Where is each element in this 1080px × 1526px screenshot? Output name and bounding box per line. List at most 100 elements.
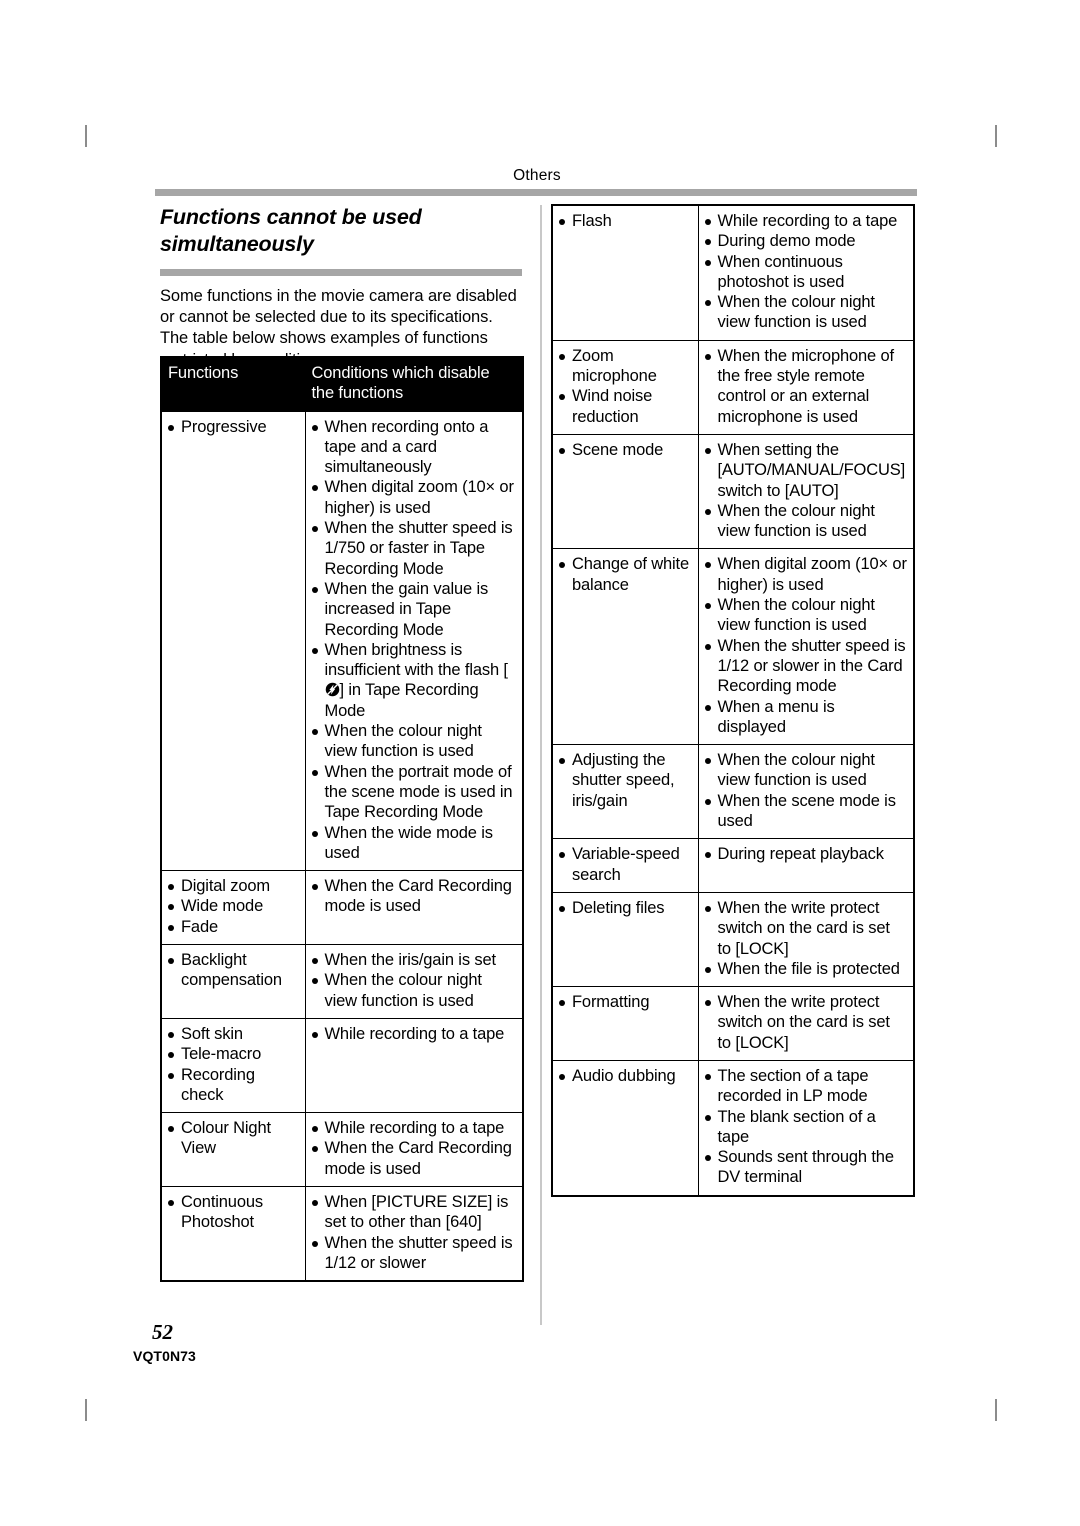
- table-row: Zoom microphone Wind noise reduction When …: [551, 339, 915, 435]
- flash-off-icon: [325, 682, 340, 697]
- cell-functions: Continuous Photoshot: [160, 1185, 306, 1282]
- table-row: Deleting files When the write protect swi…: [551, 891, 915, 988]
- cell-functions: Adjusting the shutter speed, iris/gain: [551, 744, 699, 840]
- list-item: Formatting: [559, 992, 692, 1012]
- table-header-row: Functions Conditions which disable the f…: [160, 356, 524, 412]
- conditions-list: When setting the [AUTO/MANUAL/FOCUS] swi…: [704, 440, 908, 541]
- conditions-list: When recording onto a tape and a card si…: [311, 417, 517, 864]
- list-item: When the shutter speed is 1/12 or slower: [311, 1233, 517, 1274]
- list-item: Adjusting the shutter speed, iris/gain: [559, 750, 692, 811]
- column-header-functions: Functions: [160, 356, 306, 412]
- running-head: Others: [513, 167, 561, 184]
- list-item: Flash: [559, 211, 692, 231]
- list-item: When digital zoom (10× or higher) is use…: [704, 554, 908, 595]
- list-item: When the wide mode is used: [311, 823, 517, 864]
- list-item: During repeat playback: [704, 844, 908, 864]
- list-item: When [PICTURE SIZE] is set to other than…: [311, 1192, 517, 1233]
- conditions-list: While recording to a tape: [311, 1024, 517, 1044]
- list-item: When the shutter speed is 1/750 or faste…: [311, 518, 517, 579]
- cell-conditions: When the write protect switch on the car…: [697, 986, 915, 1061]
- cell-conditions: When setting the [AUTO/MANUAL/FOCUS] swi…: [697, 433, 915, 550]
- list-item: Zoom microphone: [559, 346, 692, 387]
- cell-functions: Formatting: [551, 986, 699, 1061]
- cell-functions: Deleting files: [551, 891, 699, 988]
- table-row: Audio dubbing The section of a tape recor…: [551, 1059, 915, 1197]
- functions-list: Digital zoom Wide mode Fade: [168, 876, 299, 937]
- functions-list: Zoom microphone Wind noise reduction: [559, 346, 692, 427]
- cell-conditions: When the colour night view function is u…: [697, 744, 915, 840]
- conditions-list: While recording to a tape During demo mod…: [704, 211, 908, 333]
- functions-list: Progressive: [168, 417, 299, 437]
- cell-functions: Change of white balance: [551, 548, 699, 746]
- list-item: When the colour night view function is u…: [704, 595, 908, 636]
- functions-list: Change of white balance: [559, 554, 692, 595]
- document-code: VQT0N73: [133, 1348, 196, 1364]
- cell-conditions: When the write protect switch on the car…: [697, 891, 915, 988]
- cell-conditions: When the Card Recording mode is used: [304, 870, 524, 946]
- cell-functions: Digital zoom Wide mode Fade: [160, 870, 306, 946]
- list-item: When the Card Recording mode is used: [311, 876, 517, 917]
- list-item: Scene mode: [559, 440, 692, 460]
- table-row: Flash While recording to a tape During dem…: [551, 204, 915, 341]
- functions-table-right: Flash While recording to a tape During dem…: [551, 204, 915, 1197]
- list-item: Sounds sent through the DV terminal: [704, 1147, 908, 1188]
- functions-list: Adjusting the shutter speed, iris/gain: [559, 750, 692, 811]
- cell-conditions: While recording to a tape When the Card R…: [304, 1112, 524, 1187]
- crop-mark-top-right: [995, 125, 997, 147]
- table-body-right: Flash While recording to a tape During dem…: [551, 204, 915, 1197]
- functions-table-left: Functions Conditions which disable the f…: [160, 356, 524, 1283]
- list-item: Continuous Photoshot: [168, 1192, 299, 1233]
- cell-functions: Zoom microphone Wind noise reduction: [551, 339, 699, 435]
- cell-conditions: During repeat playback: [697, 838, 915, 893]
- list-item: Variable-speed search: [559, 844, 692, 885]
- table-row: Adjusting the shutter speed, iris/gain Wh…: [551, 744, 915, 840]
- cell-functions: Scene mode: [551, 433, 699, 550]
- list-item: When digital zoom (10× or higher) is use…: [311, 477, 517, 518]
- crop-mark-bottom-right: [995, 1399, 997, 1421]
- conditions-list: When the colour night view function is u…: [704, 750, 908, 832]
- conditions-list: When the Card Recording mode is used: [311, 876, 517, 917]
- list-item: Tele-macro: [168, 1044, 299, 1064]
- column-header-conditions: Conditions which disable the functions: [304, 356, 524, 412]
- list-item: When recording onto a tape and a card si…: [311, 417, 517, 478]
- list-item: Change of white balance: [559, 554, 692, 595]
- list-item: While recording to a tape: [311, 1118, 517, 1138]
- list-item: Fade: [168, 917, 299, 937]
- conditions-list: While recording to a tape When the Card R…: [311, 1118, 517, 1179]
- list-item: When the scene mode is used: [704, 791, 908, 832]
- list-item: When the colour night view function is u…: [311, 970, 517, 1011]
- conditions-list: When the iris/gain is set When the colour…: [311, 950, 517, 1011]
- list-item: When the write protect switch on the car…: [704, 992, 908, 1053]
- conditions-list: When [PICTURE SIZE] is set to other than…: [311, 1192, 517, 1274]
- cell-conditions: When the microphone of the free style re…: [697, 339, 915, 435]
- running-head-rule: [155, 189, 917, 196]
- cell-conditions: When digital zoom (10× or higher) is use…: [697, 548, 915, 746]
- functions-list: Variable-speed search: [559, 844, 692, 885]
- list-item: When the shutter speed is 1/12 or slower…: [704, 636, 908, 697]
- page-title: Functions cannot be used simultaneously: [160, 205, 422, 256]
- cell-conditions: While recording to a tape: [304, 1017, 524, 1114]
- list-item: Deleting files: [559, 898, 692, 918]
- cell-conditions: When recording onto a tape and a card si…: [304, 410, 524, 872]
- functions-list: Backlight compensation: [168, 950, 299, 991]
- list-item: Wide mode: [168, 896, 299, 916]
- list-item: The blank section of a tape: [704, 1107, 908, 1148]
- list-item: Backlight compensation: [168, 950, 299, 991]
- list-item: When the microphone of the free style re…: [704, 346, 908, 427]
- page-number: 52: [152, 1320, 173, 1344]
- conditions-list: When the write protect switch on the car…: [704, 992, 908, 1053]
- list-item: Audio dubbing: [559, 1066, 692, 1086]
- column-divider: [540, 205, 542, 1325]
- cell-functions: Soft skin Tele-macro Recording check: [160, 1017, 306, 1114]
- table-row: Change of white balance When digital zoom…: [551, 548, 915, 746]
- list-item: Colour Night View: [168, 1118, 299, 1159]
- list-item: When the colour night view function is u…: [704, 292, 908, 333]
- list-item: When continuous photoshot is used: [704, 252, 908, 293]
- table-row: Backlight compensation When the iris/gain…: [160, 944, 524, 1019]
- functions-list: Colour Night View: [168, 1118, 299, 1159]
- list-item: Wind noise reduction: [559, 386, 692, 427]
- cell-conditions: While recording to a tape During demo mod…: [697, 204, 915, 341]
- list-item: When the iris/gain is set: [311, 950, 517, 970]
- list-item: When a menu is displayed: [704, 697, 908, 738]
- table-row: Formatting When the write protect switch …: [551, 986, 915, 1061]
